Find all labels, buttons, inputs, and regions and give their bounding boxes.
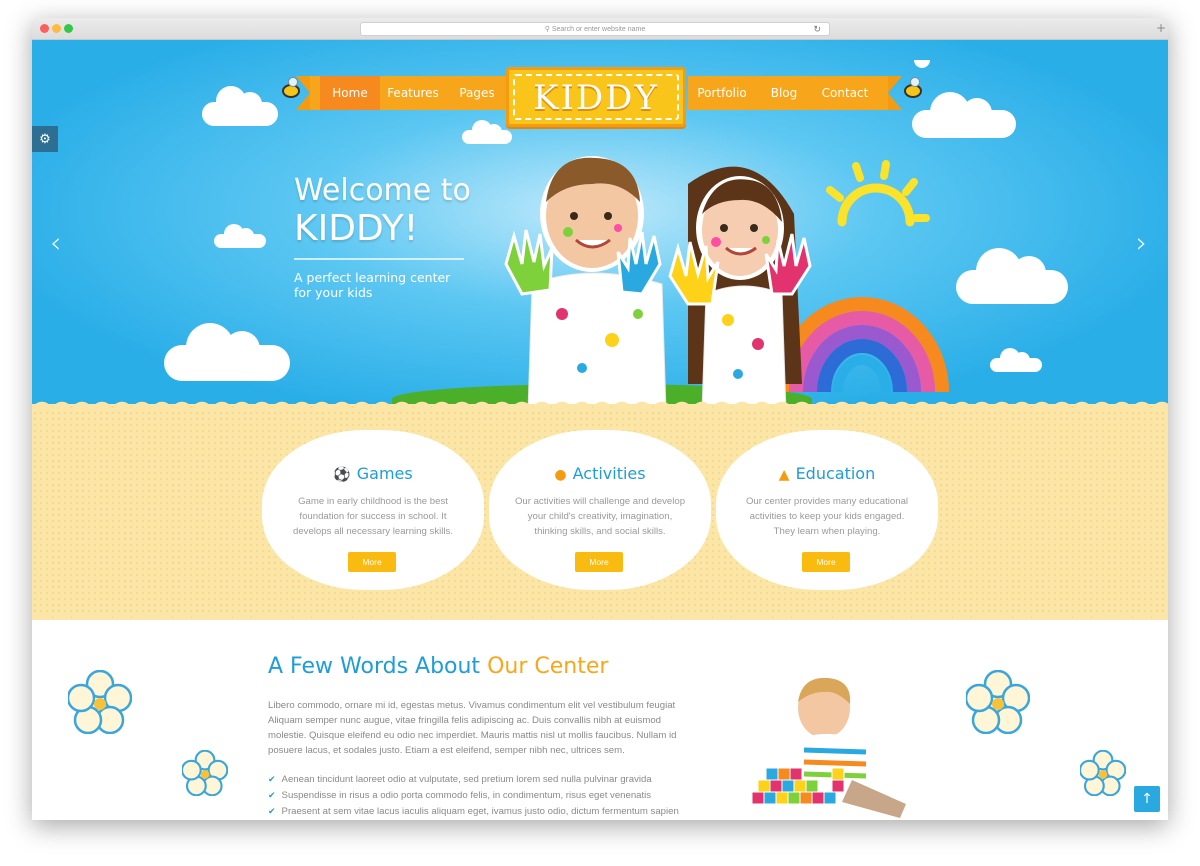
feature-title-text: Games [356, 464, 413, 483]
hero-title-line2: KIDDY! [294, 208, 419, 249]
hero-tagline: A perfect learning center for your kids [294, 270, 451, 300]
search-icon: ⚲ [544, 26, 550, 33]
chevron-right-icon[interactable]: › [1136, 226, 1147, 259]
chevron-left-icon[interactable]: ‹ [50, 226, 61, 259]
feature-title-text: Education [795, 464, 876, 483]
list-item: ✔ Aenean tincidunt laoreet odio at vulput… [268, 772, 698, 788]
check-icon: ✔ [268, 807, 276, 817]
feature-title: ⚽ Games [268, 464, 478, 483]
education-icon: ▲ [778, 467, 790, 483]
address-placeholder: Search or enter website name [551, 26, 646, 33]
list-item: ✔ Praesent at sem vitae lacus iaculis ali… [268, 804, 698, 820]
list-item-text: Aenean tincidunt laoreet odio at vulputa… [281, 774, 652, 785]
feature-text: Our activities will challenge and develo… [514, 496, 686, 537]
sun-illustration [826, 160, 930, 227]
cloud-decoration [202, 86, 278, 126]
reload-icon[interactable]: ↻ [813, 23, 821, 36]
about-title: A Few Words About Our Center [268, 654, 608, 679]
activities-icon: ● [554, 467, 567, 483]
bee-icon [282, 77, 300, 98]
feature-card-education: ▲ Education Our center provides many educ… [722, 436, 932, 584]
address-bar[interactable]: ⚲ Search or enter website name ↻ [360, 22, 830, 36]
scallop-edge-top [32, 396, 1168, 412]
kids-photo [504, 156, 812, 412]
nav-home[interactable]: Home [320, 76, 380, 110]
hero-title-line1: Welcome to [294, 173, 471, 208]
close-window-button[interactable] [40, 24, 49, 33]
boy-with-blocks-photo [751, 677, 906, 818]
flower-icon [966, 670, 1030, 734]
check-icon: ✔ [268, 791, 276, 801]
gears-icon[interactable]: ⚙ [32, 126, 58, 152]
more-button[interactable]: More [802, 552, 850, 572]
feature-title-text: Activities [572, 464, 646, 483]
hero-slider: Home Features Pages KIDDY Portfolio Blog… [32, 40, 1168, 412]
scroll-indicator[interactable] [914, 60, 930, 68]
nav-pages[interactable]: Pages [450, 76, 504, 110]
arrow-up-icon[interactable]: ↑ [1134, 786, 1160, 812]
cloud-decoration [164, 323, 290, 381]
nav-blog[interactable]: Blog [760, 76, 808, 110]
about-title-highlight: Our Center [487, 654, 609, 679]
cloud-decoration [214, 224, 266, 248]
about-section: A Few Words About Our Center Libero comm… [32, 620, 1168, 820]
browser-window: ⚲ Search or enter website name ↻ + Home … [32, 18, 1168, 820]
site-logo[interactable]: KIDDY [506, 67, 686, 127]
nav-ribbon-right-end [888, 76, 902, 110]
hero-caption: Welcome to KIDDY! A perfect learning cen… [294, 174, 471, 300]
list-item: ✔ Suspendisse in risus a odio porta commo… [268, 788, 698, 804]
cloud-decoration [462, 120, 512, 144]
feature-card-games: ⚽ Games Game in early childhood is the be… [268, 436, 478, 584]
feature-card-activities: ● Activities Our activities will challeng… [495, 436, 705, 584]
feature-text: Our center provides many educational act… [745, 496, 909, 537]
about-title-prefix: A Few Words About [268, 654, 488, 679]
bee-icon [904, 77, 922, 98]
hero-divider [294, 258, 464, 260]
list-item-text: Suspendisse in risus a odio porta commod… [281, 790, 652, 801]
list-item-text: Praesent at sem vitae lacus iaculis aliq… [281, 806, 679, 817]
browser-toolbar: ⚲ Search or enter website name ↻ + [32, 18, 1168, 40]
about-bullet-list: ✔ Aenean tincidunt laoreet odio at vulput… [268, 772, 698, 820]
flower-icon [68, 670, 132, 734]
cloud-decoration [956, 248, 1068, 304]
minimize-window-button[interactable] [52, 24, 61, 33]
cloud-decoration [990, 348, 1042, 372]
more-button[interactable]: More [348, 552, 396, 572]
nav-contact[interactable]: Contact [814, 76, 876, 110]
check-icon: ✔ [268, 775, 276, 785]
plus-icon[interactable]: + [1156, 21, 1166, 35]
logo-text: KIDDY [513, 74, 679, 120]
feature-text: Game in early childhood is the best foun… [293, 496, 453, 537]
about-paragraph: Libero commodo, ornare mi id, egestas me… [268, 700, 677, 756]
nav-features[interactable]: Features [382, 76, 444, 110]
zoom-window-button[interactable] [64, 24, 73, 33]
feature-title: ● Activities [495, 464, 705, 483]
games-icon: ⚽ [333, 467, 351, 483]
feature-title: ▲ Education [722, 464, 932, 483]
more-button[interactable]: More [575, 552, 623, 572]
flower-icon [182, 750, 228, 796]
cloud-decoration [912, 92, 1016, 138]
flower-icon [1080, 750, 1126, 796]
nav-portfolio[interactable]: Portfolio [692, 76, 752, 110]
